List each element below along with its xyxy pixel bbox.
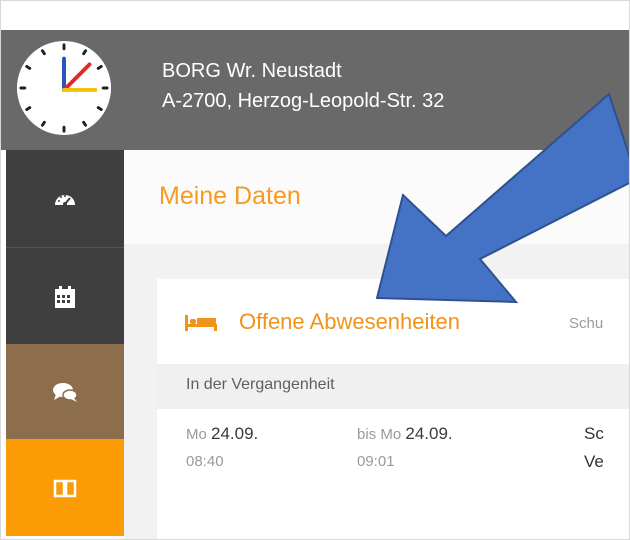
school-info: BORG Wr. Neustadt A-2700, Herzog-Leopold… [162, 56, 444, 116]
sidebar [6, 150, 124, 536]
top-strip [1, 1, 629, 30]
page-header: Meine Daten [124, 150, 629, 244]
end-date: 24.09. [405, 424, 453, 443]
tab-offene-abwesenheiten[interactable]: Offene Abwesenheiten [239, 309, 460, 335]
section-label: In der Vergangenheit [186, 376, 335, 393]
absences-card: Offene Abwesenheiten Schu In der Vergang… [157, 279, 629, 539]
start-datetime: Mo 24.09. [186, 424, 258, 444]
school-address: A-2700, Herzog-Leopold-Str. 32 [162, 90, 445, 112]
start-time: 08:40 [186, 453, 224, 470]
end-datetime: bis Mo 24.09. [357, 424, 453, 444]
col3-line2: Ve [584, 452, 604, 471]
main-content: Meine Daten Offene Abwesenheiten Schu In… [124, 150, 629, 539]
end-prefix: bis Mo [357, 426, 402, 443]
bed-icon [185, 315, 217, 331]
section-header: In der Vergangenheit [157, 364, 629, 409]
chat-icon [53, 382, 78, 402]
sidebar-item-messages[interactable] [6, 344, 124, 439]
sidebar-item-book[interactable] [6, 439, 124, 536]
tab-schu[interactable]: Schu [569, 315, 603, 332]
sidebar-item-dashboard[interactable] [6, 150, 124, 247]
school-name: BORG Wr. Neustadt [162, 60, 342, 82]
book-icon [53, 479, 77, 497]
sidebar-item-calendar[interactable] [6, 247, 124, 345]
col3-line1: Sc [584, 424, 604, 443]
start-date: 24.09. [211, 424, 259, 443]
tab-bar: Offene Abwesenheiten Schu [157, 279, 629, 364]
end-time: 09:01 [357, 453, 395, 470]
calendar-icon [55, 285, 75, 308]
start-day: Mo [186, 426, 207, 443]
app-window: BORG Wr. Neustadt A-2700, Herzog-Leopold… [0, 0, 630, 540]
clock-logo-icon [16, 40, 112, 136]
page-title: Meine Daten [159, 182, 301, 210]
absence-row[interactable]: Mo 24.09. 08:40 bis Mo 24.09. 09:01 Sc V… [157, 410, 629, 539]
dashboard-icon [55, 194, 75, 206]
